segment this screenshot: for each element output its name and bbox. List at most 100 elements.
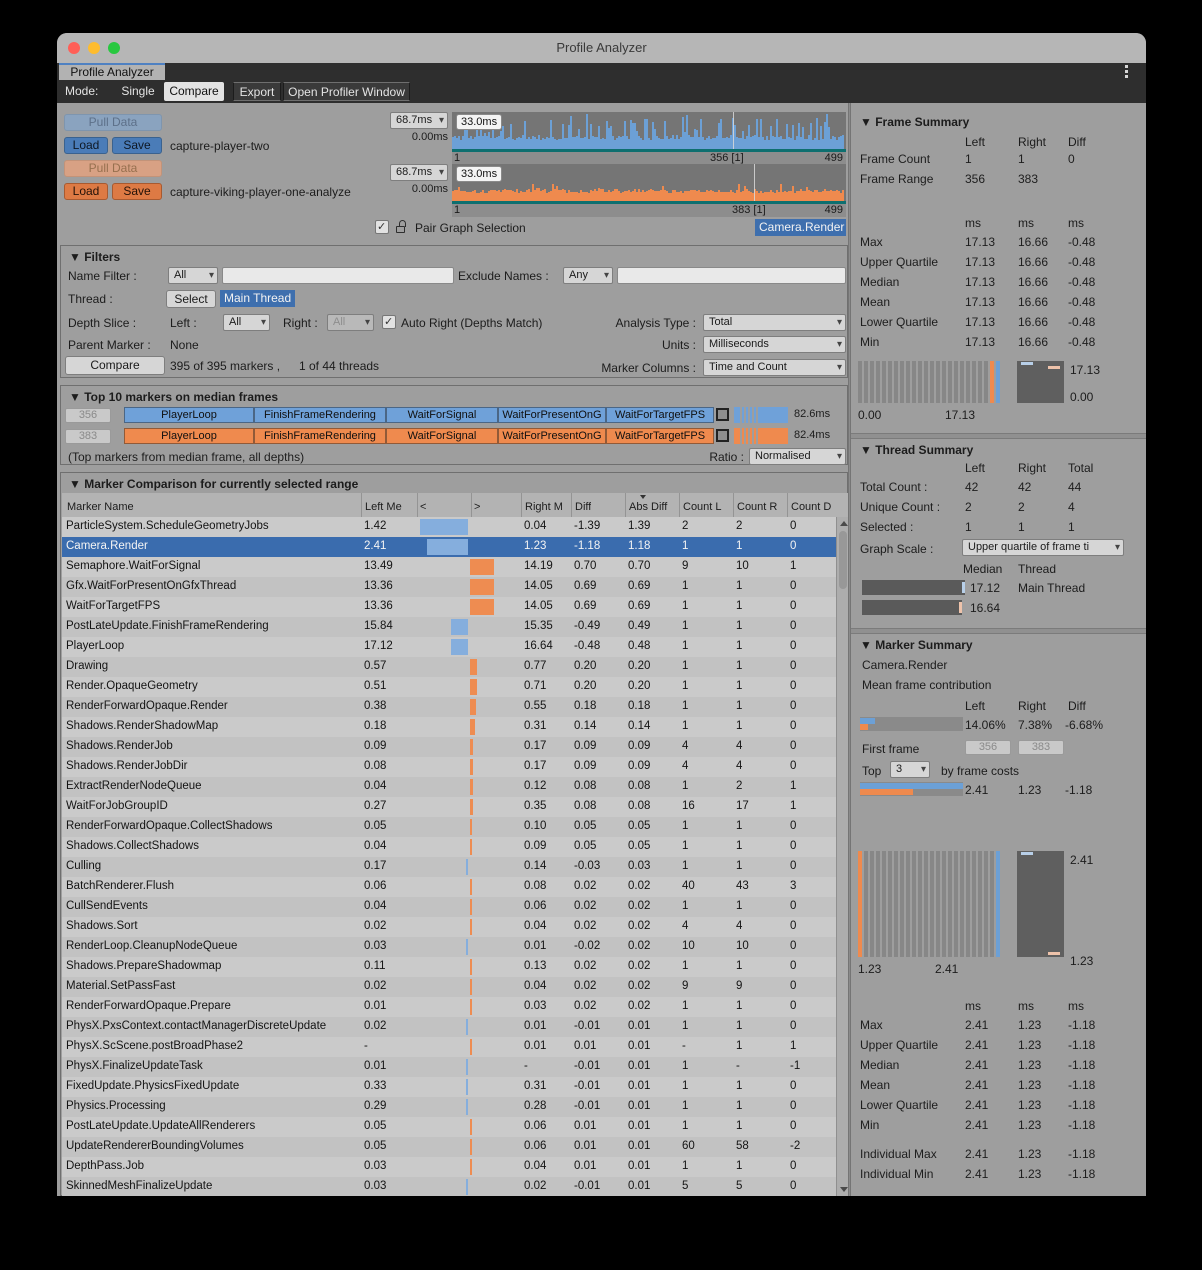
- col-left-bar[interactable]: <: [420, 501, 426, 513]
- lock-icon[interactable]: [395, 220, 407, 234]
- table-row[interactable]: ParticleSystem.ScheduleGeometryJobs1.420…: [62, 517, 836, 537]
- first-frame-left-button[interactable]: 356: [965, 740, 1011, 755]
- frame-graph-left[interactable]: 33.0ms: [452, 112, 846, 152]
- exclude-mode-dropdown[interactable]: Any: [563, 267, 613, 284]
- marker-segment[interactable]: WaitForPresentOnG: [498, 407, 606, 423]
- marker-segment[interactable]: WaitForTargetFPS: [606, 407, 714, 423]
- top10-marker-bar[interactable]: PlayerLoopFinishFrameRenderingWaitForSig…: [124, 427, 790, 445]
- mode-single-button[interactable]: Single: [112, 82, 164, 101]
- open-profiler-window-button[interactable]: Open Profiler Window: [283, 82, 410, 101]
- col-abs-diff[interactable]: Abs Diff: [629, 501, 679, 513]
- top10-row[interactable]: 383PlayerLoopFinishFrameRenderingWaitFor…: [61, 427, 849, 445]
- pair-graph-selection-checkbox[interactable]: [375, 220, 389, 234]
- col-diff[interactable]: Diff: [575, 501, 591, 513]
- save-right-button[interactable]: Save: [112, 183, 162, 200]
- col-right-median[interactable]: Right M: [525, 501, 569, 513]
- selected-marker-box[interactable]: [716, 429, 729, 442]
- table-row[interactable]: RenderLoop.CleanupNodeQueue0.030.01-0.02…: [62, 937, 836, 957]
- table-row[interactable]: Material.SetPassFast0.020.040.020.02990: [62, 977, 836, 997]
- table-row[interactable]: Shadows.Sort0.020.040.020.02440: [62, 917, 836, 937]
- load-left-button[interactable]: Load: [64, 137, 108, 154]
- table-row[interactable]: Shadows.RenderJob0.090.170.090.09440: [62, 737, 836, 757]
- first-frame-right-button[interactable]: 383: [1018, 740, 1064, 755]
- table-row[interactable]: Render.OpaqueGeometry0.510.710.200.20110: [62, 677, 836, 697]
- marker-segment[interactable]: WaitForPresentOnG: [498, 428, 606, 444]
- table-row[interactable]: Shadows.RenderShadowMap0.180.310.140.141…: [62, 717, 836, 737]
- marker-summary-histogram[interactable]: [858, 851, 1002, 957]
- depth-left-dropdown[interactable]: All: [223, 314, 270, 331]
- table-row[interactable]: PostLateUpdate.FinishFrameRendering15.84…: [62, 617, 836, 637]
- table-row[interactable]: PhysX.FinalizeUpdateTask0.01--0.010.011-…: [62, 1057, 836, 1077]
- pull-data-right-button[interactable]: Pull Data: [64, 160, 162, 177]
- name-filter-mode-dropdown[interactable]: All: [168, 267, 218, 284]
- scrollbar-thumb[interactable]: [839, 531, 847, 589]
- y-axis-scale-right-dropdown[interactable]: 68.7ms: [390, 164, 448, 181]
- table-row[interactable]: FixedUpdate.PhysicsFixedUpdate0.330.31-0…: [62, 1077, 836, 1097]
- col-left-median[interactable]: Left Me: [365, 501, 415, 513]
- table-row[interactable]: Semaphore.WaitForSignal13.4914.190.700.7…: [62, 557, 836, 577]
- units-dropdown[interactable]: Milliseconds: [703, 336, 846, 353]
- selected-marker-box[interactable]: [716, 408, 729, 421]
- marker-segment[interactable]: FinishFrameRendering: [254, 407, 386, 423]
- frame-summary-histogram[interactable]: [858, 361, 1002, 403]
- table-row[interactable]: Shadows.PrepareShadowmap0.110.130.020.02…: [62, 957, 836, 977]
- scroll-down-icon[interactable]: [840, 1187, 848, 1192]
- table-row[interactable]: WaitForTargetFPS13.3614.050.690.69110: [62, 597, 836, 617]
- marker-summary-boxplot[interactable]: [1017, 851, 1064, 957]
- table-row[interactable]: CullSendEvents0.040.060.020.02110: [62, 897, 836, 917]
- save-left-button[interactable]: Save: [112, 137, 162, 154]
- col-count-right[interactable]: Count R: [737, 501, 785, 513]
- exclude-names-input[interactable]: [617, 267, 846, 284]
- table-row[interactable]: Drawing0.570.770.200.20110: [62, 657, 836, 677]
- name-filter-input[interactable]: [222, 267, 454, 284]
- table-row[interactable]: Camera.Render2.411.23-1.181.18110: [62, 537, 836, 557]
- col-right-bar[interactable]: >: [474, 501, 480, 513]
- tab-profile-analyzer[interactable]: Profile Analyzer: [59, 63, 165, 80]
- table-row[interactable]: Culling0.170.14-0.030.03110: [62, 857, 836, 877]
- table-row[interactable]: UpdateRendererBoundingVolumes0.050.060.0…: [62, 1137, 836, 1157]
- frame-summary-boxplot[interactable]: [1017, 361, 1064, 403]
- top10-marker-bar[interactable]: PlayerLoopFinishFrameRenderingWaitForSig…: [124, 406, 790, 424]
- col-marker-name[interactable]: Marker Name: [67, 501, 134, 513]
- marker-segment[interactable]: FinishFrameRendering: [254, 428, 386, 444]
- menu-kebab-icon[interactable]: [1125, 65, 1128, 78]
- col-count-delta[interactable]: Count D: [791, 501, 837, 513]
- marker-segment[interactable]: PlayerLoop: [124, 407, 254, 423]
- frame-graph-right[interactable]: 33.0ms: [452, 164, 846, 204]
- load-right-button[interactable]: Load: [64, 183, 108, 200]
- table-row[interactable]: BatchRenderer.Flush0.060.080.020.0240433: [62, 877, 836, 897]
- top-n-dropdown[interactable]: 3: [890, 761, 930, 778]
- table-row[interactable]: PlayerLoop17.1216.64-0.480.48110: [62, 637, 836, 657]
- auto-right-checkbox[interactable]: [382, 315, 396, 329]
- compare-button[interactable]: Compare: [65, 356, 165, 375]
- marker-segment[interactable]: WaitForSignal: [386, 407, 498, 423]
- graph-selection-marker[interactable]: Camera.Render: [755, 219, 846, 236]
- table-row[interactable]: ExtractRenderNodeQueue0.040.120.080.0812…: [62, 777, 836, 797]
- frame-number-button[interactable]: 356: [65, 408, 111, 423]
- y-axis-scale-left-dropdown[interactable]: 68.7ms: [390, 112, 448, 129]
- top10-row[interactable]: 356PlayerLoopFinishFrameRenderingWaitFor…: [61, 406, 849, 424]
- table-row[interactable]: PhysX.PxsContext.contactManagerDiscreteU…: [62, 1017, 836, 1037]
- marker-segment[interactable]: WaitForSignal: [386, 428, 498, 444]
- pull-data-left-button[interactable]: Pull Data: [64, 114, 162, 131]
- graph-scale-dropdown[interactable]: Upper quartile of frame ti: [962, 539, 1124, 556]
- table-row[interactable]: Physics.Processing0.290.28-0.010.01110: [62, 1097, 836, 1117]
- ratio-dropdown[interactable]: Normalised: [749, 448, 846, 465]
- thread-value[interactable]: Main Thread: [220, 290, 295, 307]
- export-button[interactable]: Export: [233, 82, 281, 101]
- marker-segment[interactable]: WaitForTargetFPS: [606, 428, 714, 444]
- analysis-type-dropdown[interactable]: Total: [703, 314, 846, 331]
- table-row[interactable]: RenderForwardOpaque.CollectShadows0.050.…: [62, 817, 836, 837]
- table-row[interactable]: WaitForJobGroupID0.270.350.080.0816171: [62, 797, 836, 817]
- table-header[interactable]: Marker Name Left Me < > Right M Diff Abs…: [62, 493, 848, 518]
- table-row[interactable]: PostLateUpdate.UpdateAllRenderers0.050.0…: [62, 1117, 836, 1137]
- table-row[interactable]: RenderForwardOpaque.Render0.380.550.180.…: [62, 697, 836, 717]
- table-scrollbar[interactable]: [836, 517, 848, 1196]
- table-row[interactable]: Shadows.CollectShadows0.040.090.050.0511…: [62, 837, 836, 857]
- mode-compare-button[interactable]: Compare: [164, 82, 224, 101]
- table-row[interactable]: Gfx.WaitForPresentOnGfxThread13.3614.050…: [62, 577, 836, 597]
- table-row[interactable]: SkinnedMeshFinalizeUpdate0.030.02-0.010.…: [62, 1177, 836, 1196]
- table-row[interactable]: PhysX.ScScene.postBroadPhase2-0.010.010.…: [62, 1037, 836, 1057]
- scroll-up-icon[interactable]: [840, 521, 848, 526]
- col-count-left[interactable]: Count L: [683, 501, 731, 513]
